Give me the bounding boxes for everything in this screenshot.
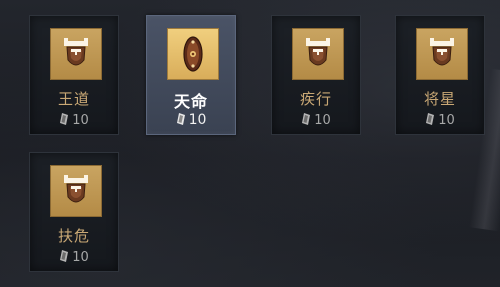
skill-card-fuwei[interactable]: 扶危 10 [29, 152, 119, 272]
scroll-token-icon [60, 113, 69, 125]
skill-cost-value: 10 [438, 113, 455, 128]
skill-cost-value: 10 [72, 113, 89, 128]
skill-cost-value: 10 [314, 113, 331, 128]
skill-cost: 10 [30, 112, 118, 128]
skill-name: 疾行 [299, 90, 332, 108]
skill-grid: 王道 10 天命 10 疾行 10 将星 10 扶危 10 [0, 0, 500, 287]
gate-shield-icon [292, 28, 344, 80]
scroll-token-icon [176, 113, 185, 125]
skill-card-tianming[interactable]: 天命 10 [146, 15, 236, 135]
skill-name: 天命 [173, 92, 208, 111]
skill-cost: 10 [396, 112, 484, 128]
skill-card-jiangxing[interactable]: 将星 10 [395, 15, 485, 135]
scroll-token-icon [426, 113, 435, 125]
skill-name: 扶危 [57, 227, 90, 245]
skill-card-jixing[interactable]: 疾行 10 [271, 15, 361, 135]
scroll-token-icon [302, 113, 311, 125]
skill-card-wangdao[interactable]: 王道 10 [29, 15, 119, 135]
scroll-token-icon [60, 250, 69, 262]
skill-cost-value: 10 [72, 250, 89, 265]
skill-cost: 10 [30, 249, 118, 265]
skill-name: 将星 [423, 90, 456, 108]
oval-shield-icon [167, 28, 219, 80]
skill-name: 王道 [57, 90, 90, 108]
gate-shield-icon [416, 28, 468, 80]
gate-shield-icon [50, 165, 102, 217]
skill-cost: 10 [272, 112, 360, 128]
skill-cost-value: 10 [188, 112, 207, 128]
skill-cost: 10 [147, 112, 235, 128]
gate-shield-icon [50, 28, 102, 80]
